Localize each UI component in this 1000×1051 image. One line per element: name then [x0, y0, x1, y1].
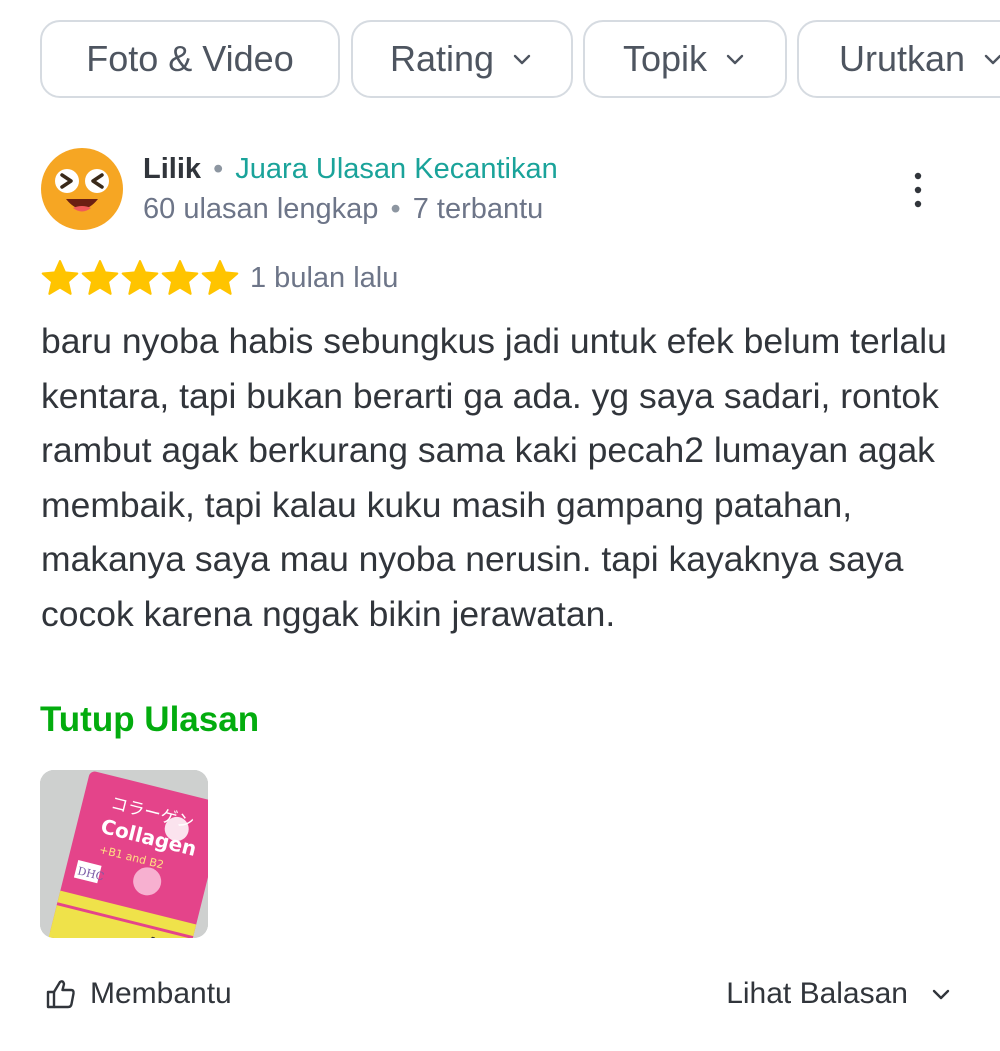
- filter-chip-sort[interactable]: Urutkan: [797, 20, 1000, 98]
- reviewer-line: Lilik • Juara Ulasan Kecantikan: [143, 153, 558, 186]
- filter-chip-topic[interactable]: Topik: [583, 20, 787, 98]
- star-icon: [81, 260, 119, 295]
- kebab-menu-icon[interactable]: [904, 168, 932, 212]
- filter-chip-label: Topik: [622, 38, 708, 79]
- helpful-label: Membantu: [90, 977, 232, 1010]
- star-rating: [40, 258, 240, 298]
- reviewer-name[interactable]: Lilik: [143, 153, 201, 185]
- star-icon: [161, 260, 199, 295]
- helpful-button[interactable]: Membantu: [44, 972, 232, 1016]
- filter-chip-label: Foto & Video: [86, 38, 294, 79]
- rating-row: 1 bulan lalu: [40, 258, 398, 298]
- review-count: 60 ulasan lengkap: [143, 193, 379, 225]
- reviewer-badge[interactable]: Juara Ulasan Kecantikan: [235, 153, 557, 185]
- chevron-down-icon: [726, 54, 744, 65]
- filter-chip-label: Urutkan: [839, 38, 966, 79]
- laughing-face-avatar-icon[interactable]: [40, 147, 124, 231]
- filter-chip-photo-video[interactable]: Foto & Video: [40, 20, 340, 98]
- chevron-down-icon: [984, 54, 1000, 65]
- review-time: 1 bulan lalu: [250, 261, 399, 294]
- view-replies-label: Lihat Balasan: [726, 977, 908, 1010]
- star-icon: [201, 260, 239, 295]
- filter-chip-label: Rating: [389, 38, 495, 79]
- chevron-down-icon: [513, 54, 531, 65]
- collagen-package-image: コラーゲン Collagen +B1 and B2 DHC 42: [40, 770, 208, 938]
- star-icon: [41, 260, 79, 295]
- reviewer-stats: 60 ulasan lengkap • 7 terbantu: [143, 193, 543, 226]
- separator-dot: •: [390, 193, 401, 225]
- thumbs-up-icon: [46, 980, 75, 1009]
- review-text: baru nyoba habis sebungkus jadi untuk ef…: [41, 321, 947, 634]
- star-icon: [121, 260, 159, 295]
- view-replies-button[interactable]: Lihat Balasan: [726, 972, 952, 1016]
- review-photo-thumbnail[interactable]: コラーゲン Collagen +B1 and B2 DHC 42: [40, 770, 208, 938]
- close-review-link[interactable]: Tutup Ulasan: [40, 700, 259, 740]
- filter-chip-rating[interactable]: Rating: [351, 20, 573, 98]
- chevron-down-icon: [932, 989, 950, 1000]
- separator-dot: •: [213, 153, 224, 185]
- helpful-count: 7 terbantu: [412, 193, 544, 225]
- filter-bar: Foto & Video Rating Topik Urutkan: [40, 20, 1000, 102]
